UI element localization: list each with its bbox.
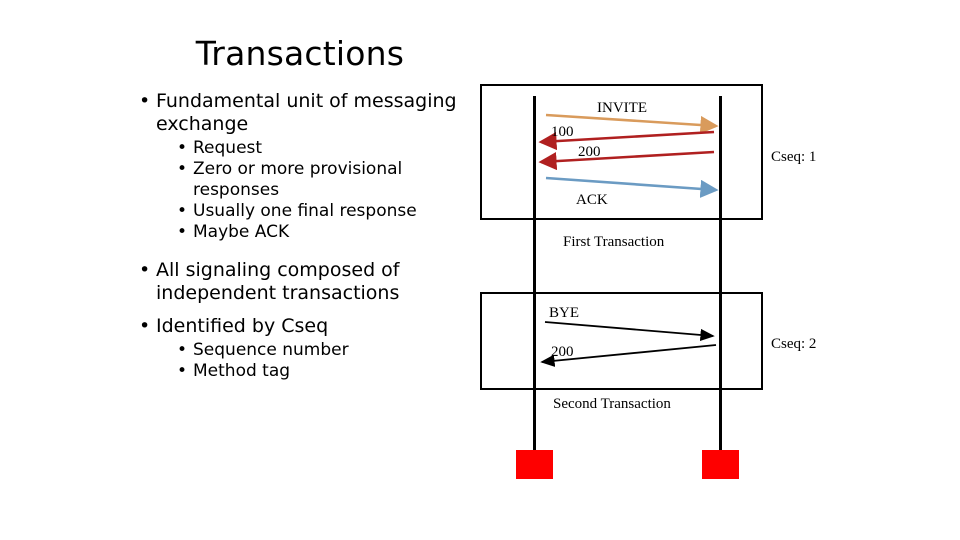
cseq-label-second: Cseq: 2 bbox=[771, 336, 817, 352]
bullet-marker: • bbox=[139, 90, 151, 112]
list-item: • Zero or more provisional responses bbox=[136, 159, 466, 201]
message-label-ack: ACK bbox=[576, 192, 608, 208]
list-item-label: Method tag bbox=[193, 361, 291, 381]
list-item: • Usually one final response bbox=[136, 201, 466, 222]
lifeline-right bbox=[719, 96, 722, 452]
first-transaction-caption: First Transaction bbox=[563, 234, 665, 250]
cseq-label-first: Cseq: 1 bbox=[771, 149, 817, 165]
list-item-label: Zero or more provisional responses bbox=[193, 159, 403, 200]
terminator-right bbox=[702, 450, 739, 479]
terminator-left bbox=[516, 450, 553, 479]
page-title: Transactions bbox=[195, 34, 405, 73]
lifeline-left bbox=[533, 96, 536, 452]
bullet-marker: • bbox=[177, 138, 188, 158]
list-item-label: Sequence number bbox=[193, 340, 349, 360]
message-label-100: 100 bbox=[551, 124, 574, 140]
message-label-200-first: 200 bbox=[578, 144, 601, 160]
bullet-list: • Fundamental unit of messaging exchange… bbox=[136, 90, 466, 382]
list-item: • Fundamental unit of messaging exchange bbox=[136, 90, 466, 136]
list-item: • Method tag bbox=[136, 361, 466, 382]
list-item: • Sequence number bbox=[136, 340, 466, 361]
list-item: • All signaling composed of independent … bbox=[136, 259, 466, 305]
slide-canvas: Transactions • Fundamental unit of messa… bbox=[0, 0, 960, 540]
list-item-label: Fundamental unit of messaging exchange bbox=[156, 90, 457, 135]
bullet-marker: • bbox=[177, 159, 188, 179]
message-label-200-second: 200 bbox=[551, 344, 574, 360]
bullet-marker: • bbox=[177, 361, 188, 381]
list-item-label: All signaling composed of independent tr… bbox=[156, 259, 400, 304]
list-item-label: Request bbox=[193, 138, 263, 158]
message-label-invite: INVITE bbox=[597, 100, 647, 116]
bullet-marker: • bbox=[177, 222, 188, 242]
second-transaction-caption: Second Transaction bbox=[553, 396, 671, 412]
list-item-label: Maybe ACK bbox=[193, 222, 290, 242]
bullet-marker: • bbox=[177, 340, 188, 360]
list-item: • Identified by Cseq bbox=[136, 315, 466, 338]
bullet-marker: • bbox=[177, 201, 188, 221]
list-item: • Maybe ACK bbox=[136, 222, 466, 243]
list-item: • Request bbox=[136, 138, 466, 159]
message-label-bye: BYE bbox=[549, 305, 579, 321]
bullet-marker: • bbox=[139, 259, 151, 281]
bullet-marker: • bbox=[139, 315, 151, 337]
list-item-label: Usually one final response bbox=[193, 201, 417, 221]
list-item-label: Identified by Cseq bbox=[156, 315, 329, 337]
